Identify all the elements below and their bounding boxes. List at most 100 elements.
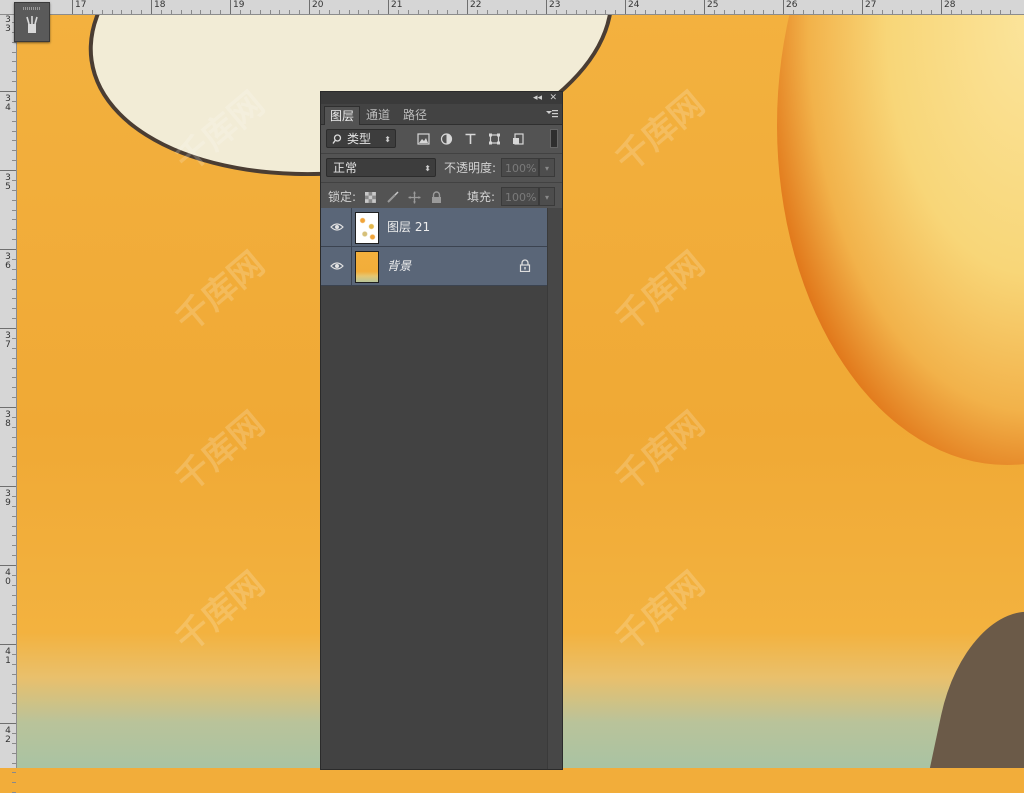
ruler-minor-tick xyxy=(12,278,16,280)
fill-dropdown-button[interactable]: ▾ xyxy=(539,187,555,206)
ruler-tick xyxy=(0,249,16,250)
eye-visibility-icon[interactable] xyxy=(330,221,344,233)
ruler-tick-label: 39 xyxy=(5,489,11,508)
opacity-label: 不透明度: xyxy=(444,161,497,175)
ruler-minor-tick xyxy=(615,10,617,14)
ruler-minor-tick xyxy=(881,10,883,14)
ruler-tick xyxy=(0,170,16,171)
ruler-minor-tick xyxy=(901,10,903,14)
ruler-minor-tick xyxy=(12,288,16,290)
ruler-minor-tick xyxy=(931,10,933,14)
ruler-minor-tick xyxy=(12,51,16,53)
ruler-minor-tick xyxy=(694,10,696,14)
panel-tabs: 图层 通道 路径 xyxy=(321,104,562,125)
ruler-minor-tick xyxy=(12,367,16,369)
ruler-minor-tick xyxy=(12,377,16,379)
lock-label: 锁定: xyxy=(328,190,357,204)
tab-channels[interactable]: 通道 xyxy=(361,106,395,124)
ruler-minor-tick xyxy=(565,10,567,14)
ruler-minor-tick xyxy=(12,762,16,764)
eye-visibility-icon[interactable] xyxy=(330,260,344,272)
watermark: 千库网 xyxy=(608,84,713,181)
opacity-input[interactable]: 100% xyxy=(501,158,539,177)
ruler-tick xyxy=(0,91,16,92)
blend-opacity-row: 正常 ⬍ 不透明度: 100% ▾ xyxy=(321,154,562,183)
ruler-minor-tick xyxy=(12,239,16,241)
horizontal-ruler[interactable]: 17 18 19 20 21 22 23 24 25 26 27 28 xyxy=(0,0,1024,15)
ruler-minor-tick xyxy=(12,634,16,636)
layers-list: 图层 21 背景 xyxy=(321,208,547,769)
smart-object-filter-icon[interactable] xyxy=(512,133,525,145)
ruler-minor-tick xyxy=(378,10,380,14)
ruler-minor-tick xyxy=(12,693,16,695)
collapse-panel-icon[interactable]: ◂◂ xyxy=(533,92,542,104)
ruler-minor-tick xyxy=(407,10,409,14)
ruler-tick xyxy=(0,723,16,724)
ruler-minor-tick xyxy=(802,10,804,14)
drag-grip-icon[interactable] xyxy=(23,7,41,10)
ruler-minor-tick xyxy=(674,10,676,14)
ruler-minor-tick xyxy=(476,10,478,14)
ruler-minor-tick xyxy=(585,10,587,14)
ruler-minor-tick xyxy=(12,732,16,734)
ruler-minor-tick xyxy=(12,416,16,418)
tab-paths[interactable]: 路径 xyxy=(398,106,432,124)
ruler-minor-tick xyxy=(713,10,715,14)
adjustment-layer-filter-icon[interactable] xyxy=(440,133,453,145)
ruler-tick-label: 28 xyxy=(944,0,956,10)
panel-titlebar[interactable]: ◂◂ ✕ xyxy=(321,92,562,104)
lock-image-pixels-icon[interactable] xyxy=(386,191,399,204)
ruler-tick xyxy=(72,0,73,14)
ruler-minor-tick xyxy=(842,10,844,14)
ruler-minor-tick xyxy=(12,209,16,211)
ruler-minor-tick xyxy=(12,387,16,389)
ruler-minor-tick xyxy=(12,614,16,616)
ruler-minor-tick xyxy=(368,10,370,14)
tab-layers[interactable]: 图层 xyxy=(324,106,361,125)
ruler-tick xyxy=(625,0,626,14)
panel-menu-icon[interactable] xyxy=(546,109,558,119)
ruler-minor-tick xyxy=(12,71,16,73)
layers-scrollbar[interactable] xyxy=(547,208,562,769)
ruler-minor-tick xyxy=(12,505,16,507)
ruler-tick-label: 33 xyxy=(5,15,11,34)
type-layer-filter-icon[interactable] xyxy=(464,133,477,145)
ruler-minor-tick xyxy=(812,10,814,14)
fill-input[interactable]: 100% xyxy=(501,187,539,206)
shape-layer-filter-icon[interactable] xyxy=(488,133,501,145)
ruler-minor-tick xyxy=(12,673,16,675)
ruler-minor-tick xyxy=(358,10,360,14)
floating-tool-button[interactable] xyxy=(14,2,50,42)
opacity-dropdown-button[interactable]: ▾ xyxy=(539,158,555,177)
ruler-minor-tick xyxy=(12,100,16,102)
ruler-minor-tick xyxy=(121,10,123,14)
ruler-minor-tick xyxy=(12,525,16,527)
vertical-ruler[interactable]: 33 34 35 36 37 38 39 40 41 42 xyxy=(0,0,17,793)
layer-row[interactable]: 背景 xyxy=(321,247,547,286)
blend-mode-label: 正常 xyxy=(333,161,358,175)
ruler-tick xyxy=(704,0,705,14)
ruler-tick xyxy=(546,0,547,14)
filter-kind-select[interactable]: 类型 ⬍ xyxy=(326,129,396,148)
ruler-minor-tick xyxy=(12,436,16,438)
layer-name[interactable]: 图层 21 xyxy=(387,208,430,246)
close-panel-icon[interactable]: ✕ xyxy=(549,92,557,104)
ruler-minor-tick xyxy=(12,703,16,705)
ruler-minor-tick xyxy=(180,10,182,14)
ruler-tick-label: 38 xyxy=(5,410,11,429)
filter-toggle-switch[interactable] xyxy=(550,129,558,148)
lock-all-icon[interactable] xyxy=(430,191,443,204)
layer-row[interactable]: 图层 21 xyxy=(321,208,547,247)
ruler-minor-tick xyxy=(279,10,281,14)
ruler-minor-tick xyxy=(289,10,291,14)
ruler-minor-tick xyxy=(12,495,16,497)
layer-name[interactable]: 背景 xyxy=(387,247,411,285)
layer-filter-row: 类型 ⬍ xyxy=(321,125,562,154)
ruler-tick-label: 37 xyxy=(5,331,11,350)
painted-bowl xyxy=(777,15,1024,465)
ruler-minor-tick xyxy=(832,10,834,14)
lock-transparent-pixels-icon[interactable] xyxy=(364,191,377,204)
lock-position-icon[interactable] xyxy=(408,191,421,204)
blend-mode-select[interactable]: 正常 ⬍ xyxy=(326,158,436,177)
pixel-layer-filter-icon[interactable] xyxy=(417,133,430,145)
